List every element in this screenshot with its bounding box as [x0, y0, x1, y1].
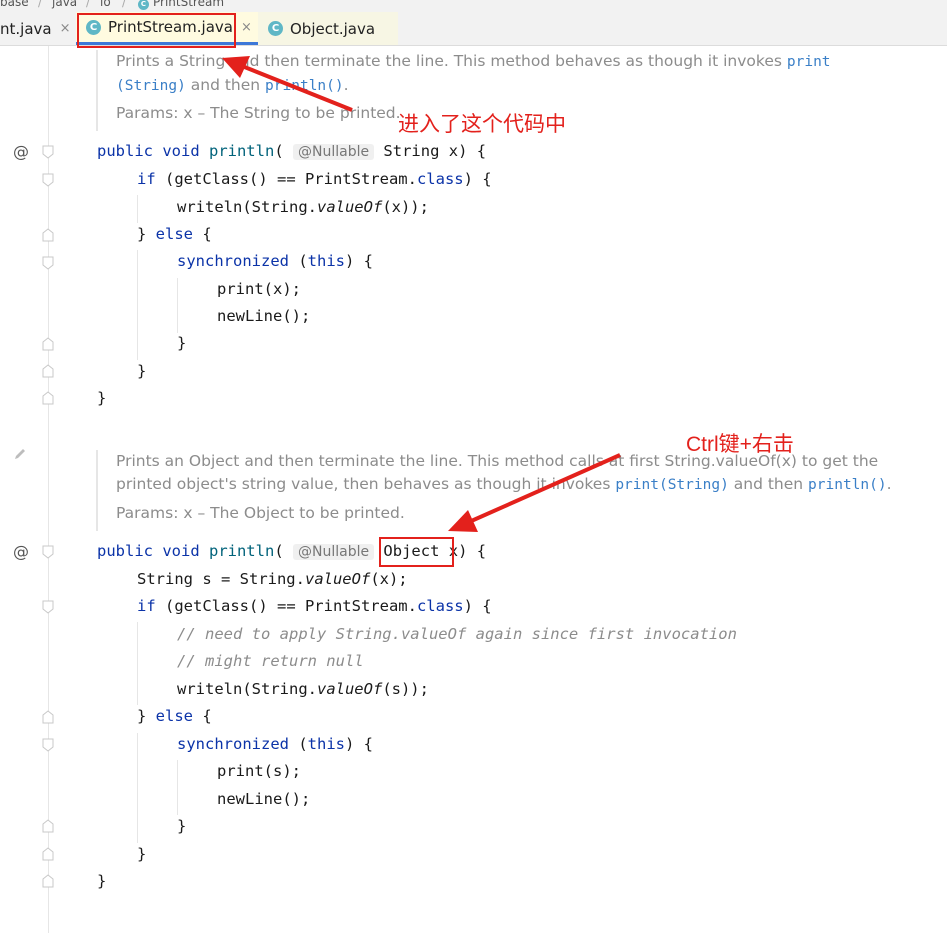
arrow-to-object	[459, 453, 621, 528]
arrow-to-tab	[231, 60, 353, 112]
annotation-arrows	[222, 56, 621, 532]
